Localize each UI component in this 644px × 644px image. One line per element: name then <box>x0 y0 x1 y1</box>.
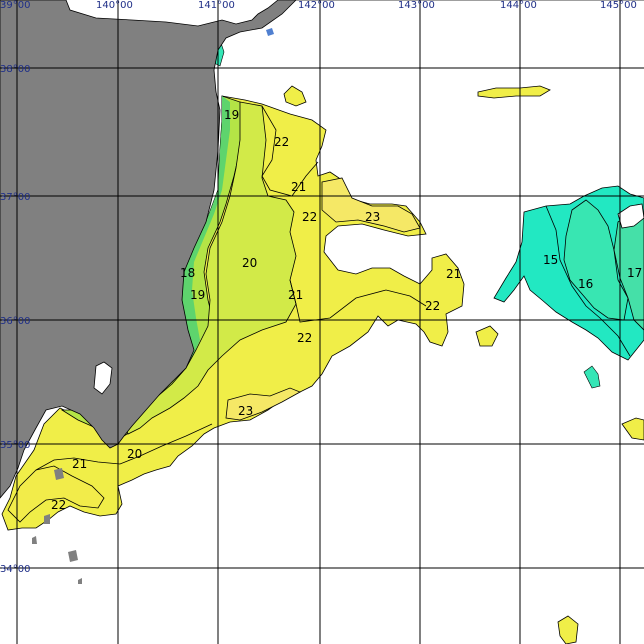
isotherm-label: 22 <box>297 331 312 345</box>
isotherm-label: 21 <box>288 288 303 302</box>
isotherm-label: 21 <box>291 180 306 194</box>
lon-label-3: 142°00 <box>298 0 335 11</box>
isotherm-label: 19 <box>190 288 205 302</box>
lat-label-4: 34°00 <box>0 564 30 575</box>
isotherm-label: 16 <box>578 277 593 291</box>
isotherm-label: 20 <box>242 256 257 270</box>
lat-label-0: 38°00 <box>0 64 30 75</box>
isotherm-label: 22 <box>274 135 289 149</box>
isotherm-label: 17 <box>627 266 642 280</box>
isotherm-label: 23 <box>238 404 253 418</box>
isotherm-label: 20 <box>127 447 142 461</box>
lon-label-1: 140°00 <box>96 0 133 11</box>
lat-label-3: 35°00 <box>0 440 30 451</box>
lon-label-5: 144°00 <box>500 0 537 11</box>
lat-label-2: 36°00 <box>0 316 30 327</box>
lon-label-2: 141°00 <box>198 0 235 11</box>
lon-label-0: 39°00 <box>0 0 30 11</box>
isotherm-label: 23 <box>365 210 380 224</box>
isotherm-label: 22 <box>425 299 440 313</box>
isotherm-label: 19 <box>224 108 239 122</box>
isotherm-label: 21 <box>72 457 87 471</box>
lon-label-4: 143°00 <box>398 0 435 11</box>
isotherm-label: 15 <box>543 253 558 267</box>
isotherm-label: 21 <box>446 267 461 281</box>
isotherm-label: 22 <box>51 498 66 512</box>
lon-label-6: 145°00 <box>600 0 637 11</box>
isotherm-label: 22 <box>302 210 317 224</box>
lat-label-1: 37°00 <box>0 192 30 203</box>
sea-surface-temperature-map: 39°00 140°00 141°00 142°00 143°00 144°00… <box>0 0 644 644</box>
isotherm-label: 18 <box>180 266 195 280</box>
